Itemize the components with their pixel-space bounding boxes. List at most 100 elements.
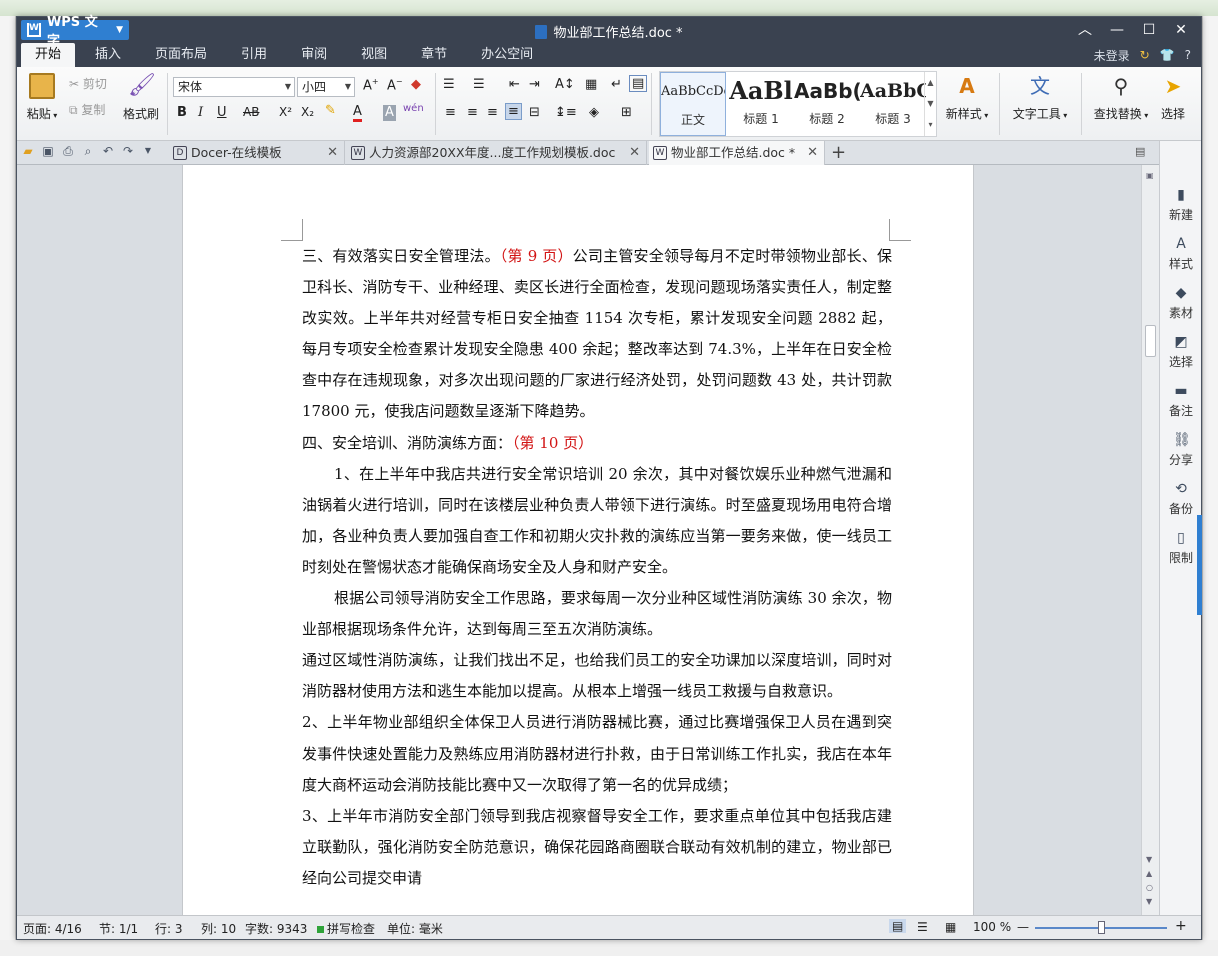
tab-review[interactable]: 审阅	[287, 43, 341, 67]
show-marks-icon[interactable]: ↵	[611, 77, 622, 92]
tab-insert[interactable]: 插入	[81, 43, 135, 67]
page-view-icon[interactable]: ▤	[629, 75, 648, 92]
justify-icon[interactable]: ≡	[505, 103, 522, 120]
side-styles-button[interactable]: A 样式	[1160, 236, 1202, 272]
page-view-mode-icon[interactable]: ▤	[889, 919, 907, 933]
help-button[interactable]: ?	[1185, 48, 1191, 62]
borders-icon[interactable]: ⊞	[621, 105, 632, 120]
style-heading-3[interactable]: AaBbC 标题 3	[860, 72, 926, 136]
tab-home[interactable]: 开始	[21, 43, 76, 67]
skin-icon[interactable]: 👕	[1160, 48, 1175, 62]
doc-tab-property-summary[interactable]: W 物业部工作总结.doc * ✕	[649, 141, 825, 165]
outline-view-icon[interactable]: ☰	[917, 920, 928, 934]
italic-button[interactable]: I	[198, 105, 203, 120]
subscript-button[interactable]: X₂	[301, 105, 314, 119]
open-folder-icon[interactable]: ▰	[21, 144, 35, 158]
customize-quick-access-icon[interactable]: ▼	[141, 144, 155, 158]
new-style-button[interactable]: A 新样式 ▾	[941, 73, 993, 122]
font-size-select[interactable]: 小四 ▼	[297, 77, 355, 97]
paste-button[interactable]: 粘贴 ▾	[23, 73, 61, 122]
numbered-list-icon[interactable]: ☰	[473, 77, 485, 92]
align-center-icon[interactable]: ≡	[467, 105, 478, 120]
style-gallery-scroll[interactable]: ▲ ▼ ▾	[924, 72, 936, 136]
grow-font-icon[interactable]: A+	[363, 77, 379, 93]
spell-check-toggle[interactable]: 拼写检查	[317, 920, 375, 937]
scroll-down-icon[interactable]: ▼	[1146, 855, 1152, 864]
scrollbar-thumb[interactable]	[1145, 325, 1156, 357]
next-page-icon[interactable]: ▼	[1146, 897, 1152, 906]
close-tab-icon[interactable]: ✕	[327, 141, 338, 165]
text-direction-icon[interactable]: A↕	[555, 77, 575, 92]
bullet-list-icon[interactable]: ☰	[443, 77, 455, 92]
new-tab-button[interactable]: +	[831, 142, 846, 163]
text-tools-button[interactable]: 文 文字工具 ▾	[1007, 73, 1073, 122]
vertical-scrollbar[interactable]: ▣ ▼ ▲ ○ ▼	[1141, 165, 1159, 915]
browse-object-icon[interactable]: ○	[1146, 883, 1153, 892]
doc-tab-hr-plan[interactable]: W 人力资源部20XX年度...度工作规划模板.doc ✕	[347, 141, 647, 165]
zoom-in-button[interactable]: +	[1175, 918, 1187, 934]
superscript-button[interactable]: X²	[279, 105, 292, 119]
close-tab-icon[interactable]: ✕	[807, 141, 818, 165]
align-left-icon[interactable]: ≡	[445, 105, 456, 120]
collapse-ribbon-icon[interactable]: ︿	[1071, 19, 1099, 41]
style-normal[interactable]: AaBbCcDd 正文	[660, 72, 726, 136]
side-select-button[interactable]: ◩ 选择	[1160, 334, 1202, 370]
tab-list-icon[interactable]: ▤	[1135, 145, 1145, 158]
font-name-select[interactable]: 宋体 ▼	[173, 77, 295, 97]
sync-icon[interactable]: ↻	[1140, 48, 1150, 62]
save-icon[interactable]: ▣	[41, 144, 55, 158]
tab-view[interactable]: 视图	[347, 43, 401, 67]
clear-format-icon[interactable]: ◆	[411, 77, 421, 92]
status-word-count[interactable]: 字数: 9343	[245, 920, 307, 937]
tab-references[interactable]: 引用	[227, 43, 281, 67]
select-button[interactable]: ➤ 选择	[1155, 73, 1191, 122]
copy-button[interactable]: ⧉ 复制	[69, 101, 105, 118]
status-page[interactable]: 页面: 4/16	[23, 920, 82, 937]
close-tab-icon[interactable]: ✕	[629, 141, 640, 165]
document-body[interactable]: 三、有效落实日安全管理法。（第 9 页）公司主管安全领导每月不定时带领物业部长、…	[302, 241, 892, 894]
align-right-icon[interactable]: ≡	[487, 105, 498, 120]
side-materials-button[interactable]: ◆ 素材	[1160, 285, 1202, 321]
increase-indent-icon[interactable]: ⇥	[529, 77, 540, 92]
document-page[interactable]: 三、有效落实日安全管理法。（第 9 页）公司主管安全领导每月不定时带领物业部长、…	[182, 165, 974, 915]
tab-chapter[interactable]: 章节	[407, 43, 461, 67]
distribute-icon[interactable]: ⊟	[529, 105, 540, 120]
zoom-level[interactable]: 100 %	[973, 920, 1011, 934]
print-preview-icon[interactable]: ⌕	[81, 144, 95, 158]
status-unit[interactable]: 单位: 毫米	[387, 920, 443, 937]
zoom-out-button[interactable]: —	[1017, 920, 1029, 934]
tab-page-layout[interactable]: 页面布局	[141, 43, 221, 67]
strikethrough-button[interactable]: AB	[243, 105, 259, 119]
cut-button[interactable]: ✂ 剪切	[69, 75, 107, 92]
side-new-button[interactable]: ▮ 新建	[1160, 187, 1202, 223]
maximize-button[interactable]: ☐	[1135, 19, 1163, 41]
table-border-icon[interactable]: ▦	[585, 77, 597, 92]
close-button[interactable]: ✕	[1167, 19, 1195, 41]
undo-icon[interactable]: ↶	[101, 144, 115, 158]
login-status[interactable]: 未登录	[1094, 47, 1130, 64]
shrink-font-icon[interactable]: A−	[387, 77, 403, 93]
print-icon[interactable]: ⎙	[61, 144, 75, 158]
highlight-icon[interactable]: ✎	[325, 103, 336, 118]
ruler-toggle-icon[interactable]: ▣	[1146, 171, 1154, 180]
tab-office-space[interactable]: 办公空间	[467, 43, 547, 67]
minimize-button[interactable]: —	[1103, 19, 1131, 41]
find-replace-button[interactable]: ⚲ 查找替换 ▾	[1089, 73, 1153, 122]
side-share-button[interactable]: ⛓ 分享	[1160, 432, 1202, 468]
side-panel-handle[interactable]	[1197, 515, 1202, 615]
decrease-indent-icon[interactable]: ⇤	[509, 77, 520, 92]
underline-button[interactable]: U	[217, 105, 227, 120]
phonetic-guide-button[interactable]: wén	[403, 103, 424, 114]
line-spacing-icon[interactable]: ↨≡	[555, 105, 577, 120]
format-painter-button[interactable]: 🖌 格式刷	[119, 73, 163, 122]
char-shading-button[interactable]: A	[383, 105, 396, 121]
style-heading-2[interactable]: AaBb( 标题 2	[794, 72, 860, 136]
side-backup-button[interactable]: ⟲ 备份	[1160, 481, 1202, 517]
zoom-slider-handle[interactable]	[1098, 921, 1105, 934]
prev-page-icon[interactable]: ▲	[1146, 869, 1152, 878]
shading-icon[interactable]: ◈	[589, 105, 599, 120]
side-restrict-button[interactable]: ▯ 限制	[1160, 530, 1202, 566]
redo-icon[interactable]: ↷	[121, 144, 135, 158]
web-view-icon[interactable]: ▦	[945, 920, 956, 934]
bold-button[interactable]: B	[177, 105, 187, 120]
